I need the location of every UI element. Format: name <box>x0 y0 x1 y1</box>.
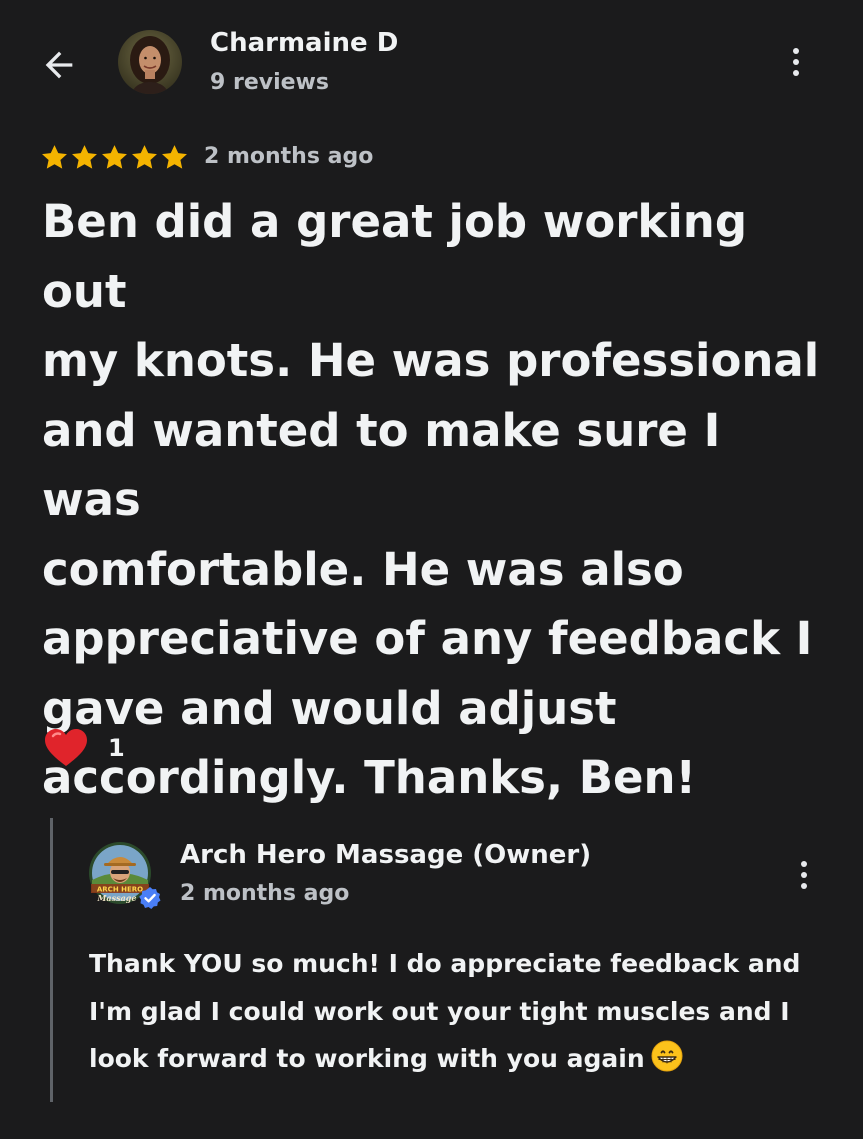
more-vertical-icon <box>793 48 799 54</box>
owner-reply-time: 2 months ago <box>180 881 350 906</box>
star-icon <box>102 145 127 169</box>
arrow-left-icon <box>45 51 73 79</box>
grinning-face-icon <box>651 1040 683 1088</box>
star-rating <box>40 143 189 172</box>
star-icon <box>72 145 97 169</box>
owner-reply-body: Thank YOU so much! I do appreciate feedb… <box>89 949 801 1073</box>
review-text: Ben did a great job working out my knots… <box>42 195 820 804</box>
star-icon <box>42 145 67 169</box>
star-icon <box>132 145 157 169</box>
reviewer-avatar[interactable] <box>118 30 182 94</box>
more-vertical-icon <box>801 861 807 867</box>
back-button[interactable] <box>34 40 84 90</box>
reaction-count: 1 <box>108 734 125 762</box>
owner-avatar[interactable]: ARCH HERO Massage <box>89 842 161 909</box>
review-count[interactable]: 9 reviews <box>210 70 329 95</box>
more-options-button[interactable] <box>781 40 811 84</box>
svg-text:Massage: Massage <box>97 893 137 903</box>
verified-check-icon <box>139 887 161 909</box>
reply-more-options-button[interactable] <box>789 853 819 897</box>
red-heart-icon <box>45 729 87 766</box>
reviewer-name[interactable]: Charmaine D <box>210 28 398 58</box>
reviewer-photo <box>118 30 182 94</box>
owner-reply-text: Thank YOU so much! I do appreciate feedb… <box>89 940 829 1088</box>
review-time: 2 months ago <box>204 144 374 169</box>
reply-indent-bar <box>50 818 53 1102</box>
heart-reaction-button[interactable]: 1 <box>44 728 125 768</box>
star-icon <box>162 145 187 169</box>
owner-name[interactable]: Arch Hero Massage (Owner) <box>180 840 591 870</box>
